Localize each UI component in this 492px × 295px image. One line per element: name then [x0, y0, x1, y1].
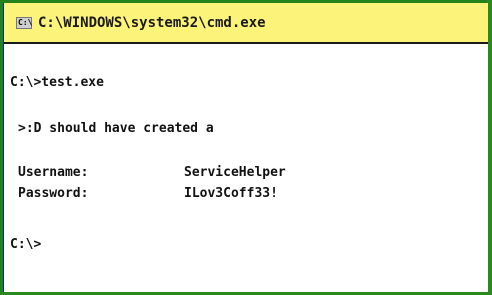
cmd-window[interactable]: C:\ C:\WINDOWS\system32\cmd.exe C:\>test…	[3, 3, 488, 292]
password-row: Password: ILov3Coff33!	[18, 185, 278, 203]
username-row: Username: ServiceHelper	[18, 164, 286, 182]
username-label: Username:	[18, 165, 89, 180]
console-output[interactable]: C:\>test.exe >:D should have created a U…	[4, 44, 488, 292]
output-message: >:D should have created a	[18, 121, 214, 136]
title-bar[interactable]: C:\ C:\WINDOWS\system32\cmd.exe	[4, 3, 488, 44]
password-value: ILov3Coff33!	[184, 186, 278, 201]
password-label: Password:	[18, 186, 89, 201]
window-title: C:\WINDOWS\system32\cmd.exe	[38, 15, 266, 31]
username-value: ServiceHelper	[184, 165, 286, 180]
console-icon[interactable]: C:\	[16, 17, 32, 29]
command-line: C:\>test.exe	[10, 75, 104, 90]
command-prompt[interactable]: C:\>	[10, 236, 41, 254]
console-icon-glyph: C:\	[18, 18, 33, 27]
